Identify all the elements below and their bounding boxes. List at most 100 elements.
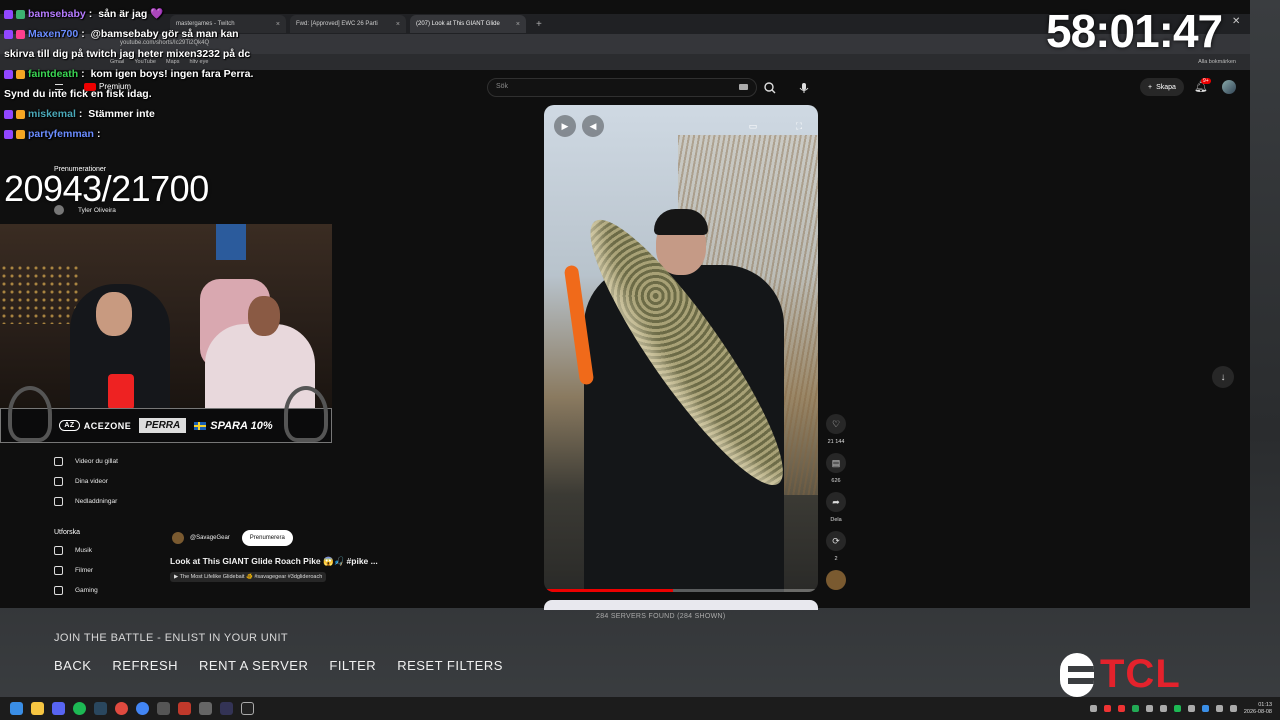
file-explorer-icon[interactable] — [31, 702, 44, 715]
windows-start-icon[interactable] — [10, 702, 23, 715]
tray-spotify-icon[interactable] — [1173, 705, 1181, 712]
related-video-link[interactable]: ▶ The Most Lifelike Glidebait 🐠 #savageg… — [170, 572, 327, 582]
goal-counter: 20943/21700 — [4, 168, 209, 209]
jersey-poster — [216, 224, 246, 260]
tray-app-icon[interactable] — [1117, 705, 1125, 712]
sidebar-item-your-videos[interactable]: Dina videor — [54, 477, 108, 486]
chat-username: miskemal — [28, 108, 76, 120]
sidebar-item-label: Musik — [75, 547, 92, 554]
volume-icon[interactable] — [1229, 705, 1237, 712]
channel-avatar[interactable] — [172, 532, 184, 544]
short-video-player[interactable]: ▶ ◀︎ ▭ ⛶ — [544, 105, 818, 592]
reset-filters-button[interactable]: RESET FILTERS — [397, 658, 503, 673]
account-avatar[interactable] — [1222, 80, 1236, 94]
close-icon[interactable]: × — [396, 21, 400, 28]
sub-badge-icon — [4, 109, 13, 119]
keyboard-icon[interactable] — [739, 84, 748, 90]
bits-badge-icon — [16, 69, 25, 79]
app-icon[interactable] — [199, 702, 212, 715]
tray-app-icon[interactable] — [1103, 705, 1111, 712]
tab-label: (207) Look at This GIANT Glide — [416, 21, 500, 27]
fairy-lights — [0, 264, 80, 324]
window-close-icon[interactable]: ✕ — [1232, 16, 1240, 27]
comment-action[interactable]: ▤ 626 — [826, 453, 846, 484]
tab-youtube[interactable]: (207) Look at This GIANT Glide × — [410, 15, 526, 33]
chat-text: @bamsebaby gör så man kan — [90, 28, 239, 40]
sidebar-item-label: Filmer — [75, 567, 94, 574]
youtube-app-icon[interactable] — [178, 702, 191, 715]
create-label: Skapa — [1156, 83, 1176, 91]
subscribe-button[interactable]: Prenumerera — [241, 530, 293, 546]
gmail-icon[interactable] — [157, 702, 170, 715]
tray-app-icon[interactable] — [1145, 705, 1153, 712]
sound-thumbnail-icon[interactable] — [826, 570, 846, 590]
remix-action[interactable]: ⟳ 2 — [826, 531, 846, 562]
comment-icon[interactable]: ▤ — [826, 453, 846, 473]
sub-badge-icon — [4, 69, 13, 79]
chat-message: miskemal: Stämmer inte — [4, 104, 304, 124]
game-heading: JOIN THE BATTLE - ENLIST IN YOUR UNIT — [54, 632, 289, 644]
sound-action[interactable] — [826, 570, 846, 590]
plus-icon: + — [1148, 83, 1153, 91]
video-icon — [54, 477, 63, 486]
chat-text: skirva till dig på twitch jag heter mixe… — [4, 48, 251, 60]
new-tab-button[interactable]: + — [530, 19, 548, 30]
channel-name[interactable]: @SavageGear — [190, 535, 230, 541]
tray-chevron-icon[interactable] — [1089, 705, 1097, 712]
thumbs-up-icon — [54, 457, 63, 466]
close-icon[interactable]: × — [516, 21, 520, 28]
sidebar-item-label: Gaming — [75, 587, 98, 594]
sidebar-item-downloads[interactable]: Nedladdningar — [54, 497, 117, 506]
tcl-wordmark: TCL — [1100, 652, 1181, 696]
video-progress-bar[interactable] — [544, 589, 818, 592]
tab-gmail[interactable]: Fwd: [Approved] EWC 26 Parti × — [290, 15, 406, 33]
remix-icon[interactable]: ⟳ — [826, 531, 846, 551]
game-launcher-icon[interactable] — [115, 702, 128, 715]
sidebar-item-liked[interactable]: Videor du gillat — [54, 457, 118, 466]
mod-badge-icon — [16, 9, 25, 19]
chat-username: bamsebaby — [28, 8, 86, 20]
volume-icon[interactable]: ◀︎ — [582, 115, 604, 137]
sidebar-item-movies[interactable]: Filmer — [54, 566, 93, 575]
taskbar-clock[interactable]: 01:13 2026-08-08 — [1244, 702, 1272, 716]
chrome-icon[interactable] — [136, 702, 149, 715]
next-short-preview[interactable] — [544, 600, 818, 610]
rent-server-button[interactable]: RENT A SERVER — [199, 658, 308, 673]
terminal-icon[interactable] — [241, 702, 254, 715]
bluetooth-icon[interactable] — [1201, 705, 1209, 712]
sidebar-item-gaming[interactable]: Gaming — [54, 586, 98, 595]
network-icon[interactable] — [1215, 705, 1223, 712]
obs-icon[interactable] — [220, 702, 233, 715]
search-input[interactable]: Sök — [487, 78, 757, 97]
discord-icon[interactable] — [52, 702, 65, 715]
chat-text: sån är jag 💜 — [98, 8, 164, 20]
tray-app-icon[interactable] — [1187, 705, 1195, 712]
arrow-down-icon[interactable]: ↓ — [1212, 366, 1234, 388]
tray-app-icon[interactable] — [1131, 705, 1139, 712]
captions-icon[interactable]: ▭ — [742, 115, 764, 137]
microphone-icon[interactable] — [796, 79, 812, 97]
search-icon[interactable] — [761, 79, 779, 97]
share-icon[interactable]: ➦ — [826, 492, 846, 512]
heart-icon[interactable]: ♡ — [826, 414, 846, 434]
steam-icon[interactable] — [94, 702, 107, 715]
all-bookmarks[interactable]: Alla bokmärken — [1198, 59, 1250, 65]
bits-badge-icon — [16, 129, 25, 139]
create-button[interactable]: + Skapa — [1140, 78, 1184, 96]
filter-button[interactable]: FILTER — [329, 658, 376, 673]
refresh-button[interactable]: REFRESH — [112, 658, 178, 673]
back-button[interactable]: BACK — [54, 658, 91, 673]
game-menu: BACK REFRESH RENT A SERVER FILTER RESET … — [54, 658, 503, 673]
video-title[interactable]: Look at This GIANT Glide Roach Pike 😱🎣 #… — [170, 556, 378, 567]
discount-code: PERRA — [139, 418, 187, 433]
sidebar-item-music[interactable]: Musik — [54, 546, 92, 555]
fullscreen-icon[interactable]: ⛶ — [788, 115, 810, 137]
like-action[interactable]: ♡ 21 144 — [826, 414, 846, 445]
servers-found-text: 284 SERVERS FOUND (284 SHOWN) — [596, 613, 726, 620]
tray-app-icon[interactable] — [1159, 705, 1167, 712]
video-progress-fill — [544, 589, 673, 592]
play-icon[interactable]: ▶ — [554, 115, 576, 137]
share-action[interactable]: ➦ Dela — [826, 492, 846, 523]
notification-badge: 9+ — [1201, 78, 1211, 84]
spotify-icon[interactable] — [73, 702, 86, 715]
